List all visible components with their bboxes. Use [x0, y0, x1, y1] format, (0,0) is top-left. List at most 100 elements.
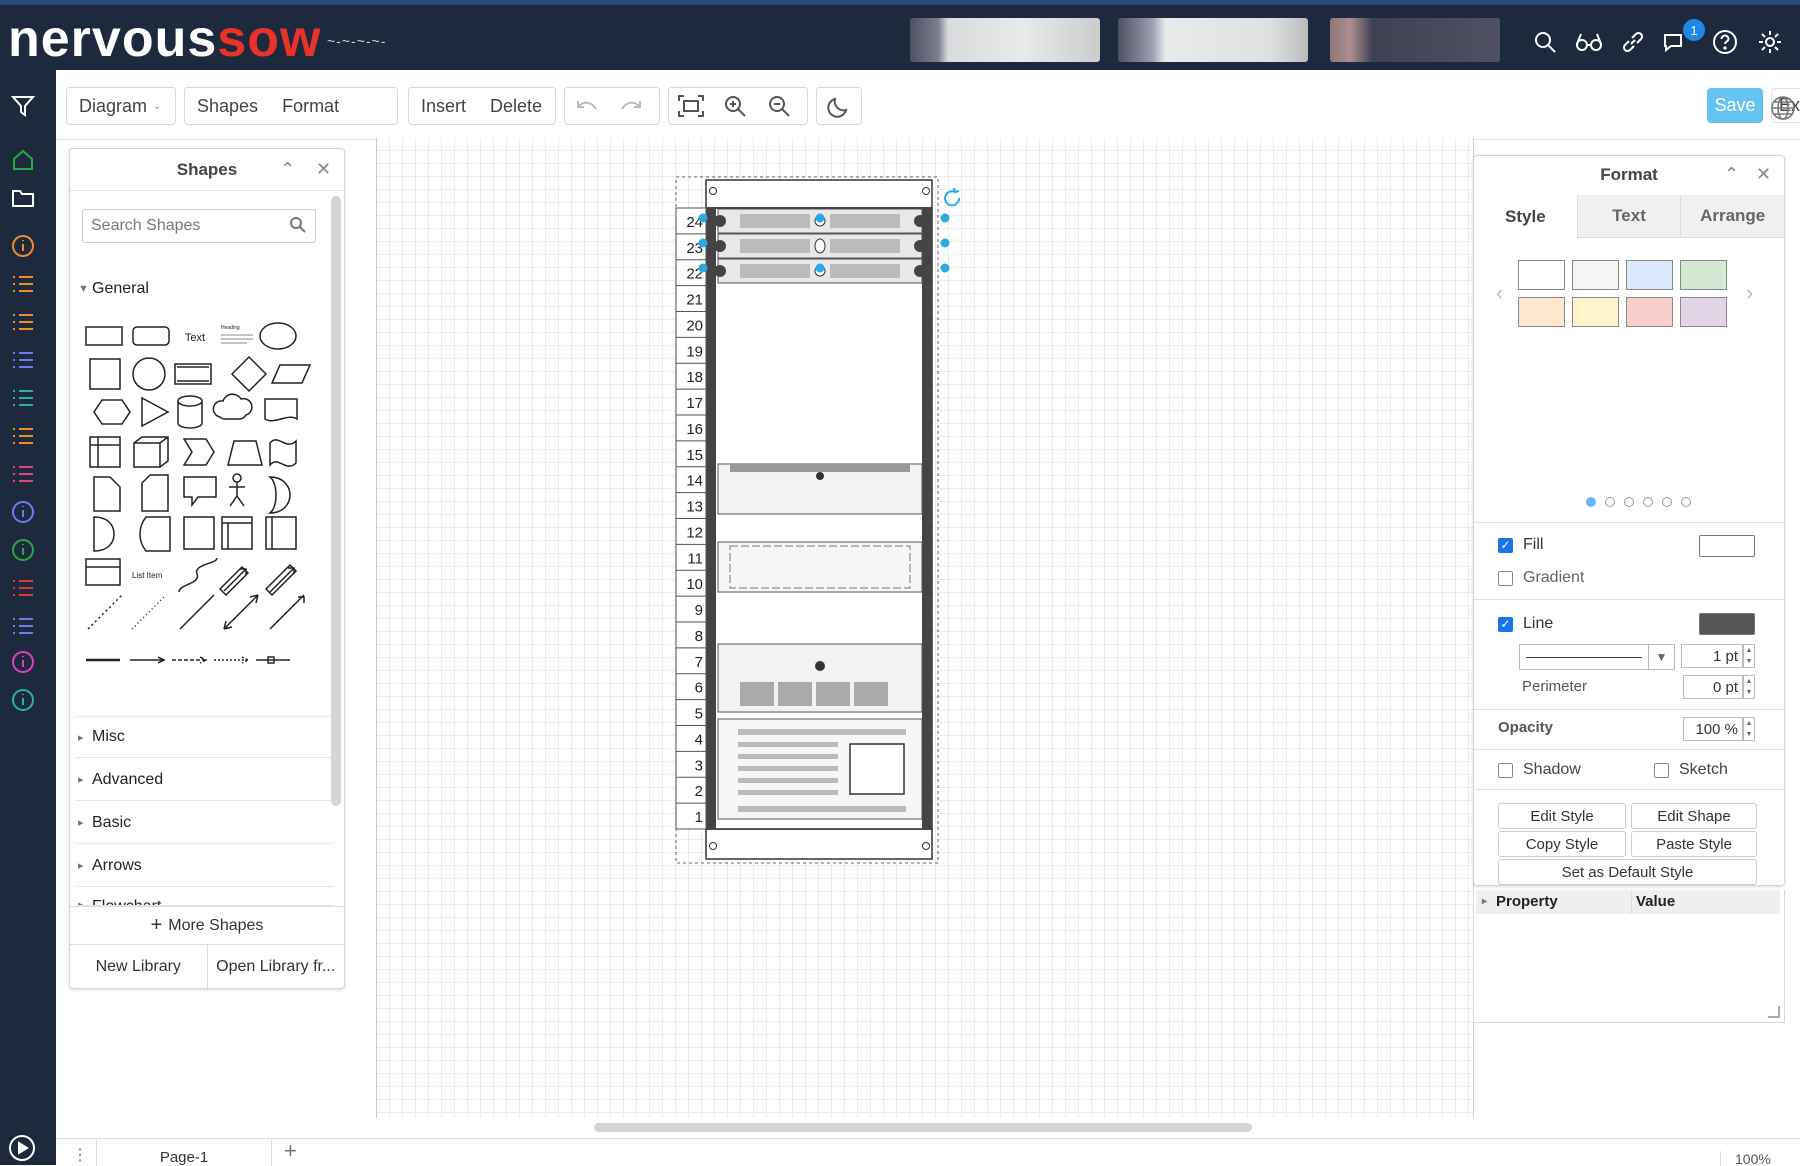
close-icon[interactable]: ✕ — [1756, 164, 1771, 185]
selection-handle[interactable] — [940, 238, 950, 248]
color-swatch[interactable] — [1680, 297, 1727, 327]
line-width-input[interactable]: 1 pt — [1681, 644, 1743, 668]
swatch-page-dot[interactable] — [1643, 497, 1653, 507]
selection-handle[interactable] — [698, 213, 708, 223]
insert-button[interactable]: Insert — [409, 88, 478, 124]
copy-style-button[interactable]: Copy Style — [1498, 831, 1626, 857]
swatch-page-dot[interactable] — [1681, 497, 1691, 507]
fit-page-icon[interactable] — [669, 88, 713, 124]
link-icon[interactable] — [1618, 27, 1648, 57]
notification-badge[interactable]: 1 — [1683, 19, 1705, 41]
section-arrows[interactable]: ▸ Arrows — [76, 845, 334, 887]
resize-grip-icon[interactable] — [1768, 1006, 1780, 1018]
list-icon[interactable] — [9, 270, 37, 298]
list-icon[interactable] — [9, 460, 37, 488]
chevron-left-icon[interactable]: ‹ — [1496, 280, 1503, 306]
value-column-header[interactable]: Value — [1631, 890, 1780, 914]
perimeter-stepper[interactable]: ▲ ▼ — [1743, 675, 1755, 699]
help-icon[interactable] — [1710, 27, 1740, 57]
color-swatch[interactable] — [1680, 260, 1727, 290]
set-default-style-button[interactable]: Set as Default Style — [1498, 859, 1757, 885]
info-icon[interactable] — [9, 648, 37, 676]
rotate-icon[interactable] — [944, 187, 961, 207]
selection-handle[interactable] — [698, 263, 708, 273]
zoom-in-icon[interactable] — [713, 88, 757, 124]
selection-handle[interactable] — [940, 263, 950, 273]
tab-arrange[interactable]: Arrange — [1680, 195, 1785, 238]
more-shapes-button[interactable]: + More Shapes — [70, 906, 344, 944]
shapes-scrollbar[interactable] — [331, 196, 341, 806]
color-swatch[interactable] — [1572, 260, 1619, 290]
line-style-select[interactable]: ▼ — [1519, 644, 1675, 670]
info-icon[interactable] — [9, 232, 37, 260]
selection-handle[interactable] — [815, 213, 825, 223]
info-icon[interactable] — [9, 686, 37, 714]
chevron-right-icon[interactable]: › — [1746, 280, 1753, 306]
list-icon[interactable] — [9, 384, 37, 412]
paste-style-button[interactable]: Paste Style — [1631, 831, 1757, 857]
color-swatch[interactable] — [1572, 297, 1619, 327]
format-toggle-button[interactable]: Format — [270, 88, 351, 124]
filter-icon[interactable] — [9, 92, 37, 120]
fill-checkbox[interactable]: ✓ — [1498, 537, 1513, 553]
color-swatch[interactable] — [1626, 260, 1673, 290]
folder-icon[interactable] — [9, 184, 37, 212]
color-swatch[interactable] — [1518, 297, 1565, 327]
swatch-page-dot[interactable] — [1662, 497, 1672, 507]
search-shapes-input[interactable]: Search Shapes — [82, 209, 316, 243]
section-misc[interactable]: ▸ Misc — [76, 716, 334, 758]
swatch-page-dot[interactable] — [1624, 497, 1634, 507]
line-checkbox[interactable]: ✓ — [1498, 616, 1513, 632]
open-library-button[interactable]: Open Library fr... — [208, 945, 345, 988]
swatch-page-dot[interactable] — [1605, 497, 1615, 507]
property-column-header[interactable]: ▸ Property — [1476, 890, 1631, 914]
redo-icon[interactable] — [609, 88, 653, 124]
list-icon[interactable] — [9, 308, 37, 336]
zoom-level[interactable]: 100% — [1720, 1151, 1771, 1166]
new-library-button[interactable]: New Library — [70, 945, 208, 988]
shadow-checkbox[interactable] — [1498, 762, 1513, 778]
tab-style[interactable]: Style — [1474, 195, 1577, 238]
diagram-menu-label[interactable]: Diagram — [67, 88, 159, 124]
info-icon[interactable] — [9, 536, 37, 564]
fill-color-box[interactable] — [1699, 535, 1755, 557]
page-menu-icon[interactable]: ⋮ — [72, 1145, 88, 1165]
opacity-stepper[interactable]: ▲ ▼ — [1743, 717, 1755, 741]
section-basic[interactable]: ▸ Basic — [76, 802, 334, 844]
gear-icon[interactable] — [1755, 27, 1785, 57]
section-flowchart[interactable]: ▸ Flowchart — [76, 888, 334, 906]
color-swatch[interactable] — [1518, 260, 1565, 290]
shapes-toggle-button[interactable]: Shapes — [185, 88, 270, 124]
list-icon[interactable] — [9, 574, 37, 602]
list-icon[interactable] — [9, 612, 37, 640]
globe-icon[interactable] — [1770, 95, 1796, 126]
close-icon[interactable]: ✕ — [316, 159, 331, 180]
horizontal-scrollbar[interactable] — [594, 1123, 1252, 1132]
opacity-input[interactable]: 100 % — [1683, 717, 1743, 741]
delete-button[interactable]: Delete — [478, 88, 554, 124]
list-icon[interactable] — [9, 422, 37, 450]
line-color-box[interactable] — [1699, 613, 1755, 635]
selection-handle[interactable] — [698, 238, 708, 248]
search-icon[interactable] — [1530, 27, 1560, 57]
home-icon[interactable] — [9, 146, 37, 174]
moon-icon[interactable] — [817, 88, 861, 124]
zoom-out-icon[interactable] — [757, 88, 801, 124]
general-shapes-grid[interactable]: Text Heading List Item — [84, 317, 316, 702]
edit-shape-button[interactable]: Edit Shape — [1631, 803, 1757, 829]
search-icon[interactable] — [289, 216, 307, 239]
perimeter-input[interactable]: 0 pt — [1683, 675, 1743, 699]
line-width-stepper[interactable]: ▲ ▼ — [1743, 644, 1755, 668]
info-icon[interactable] — [9, 498, 37, 526]
selection-handle[interactable] — [940, 213, 950, 223]
collapse-icon[interactable]: ⌃ — [280, 159, 295, 180]
tab-text[interactable]: Text — [1576, 195, 1681, 238]
glasses-icon[interactable] — [1574, 27, 1604, 57]
section-general[interactable]: ▼ General — [76, 268, 334, 310]
page-tab[interactable]: Page-1 — [96, 1139, 272, 1166]
diagram-menu[interactable]: Diagram ⌄ — [66, 87, 176, 125]
section-advanced[interactable]: ▸ Advanced — [76, 759, 334, 801]
server-rack-shape[interactable]: 242322212019181716151413121110987654321 — [670, 174, 970, 864]
swatch-page-dot[interactable] — [1586, 497, 1596, 507]
gradient-checkbox[interactable] — [1498, 570, 1513, 586]
